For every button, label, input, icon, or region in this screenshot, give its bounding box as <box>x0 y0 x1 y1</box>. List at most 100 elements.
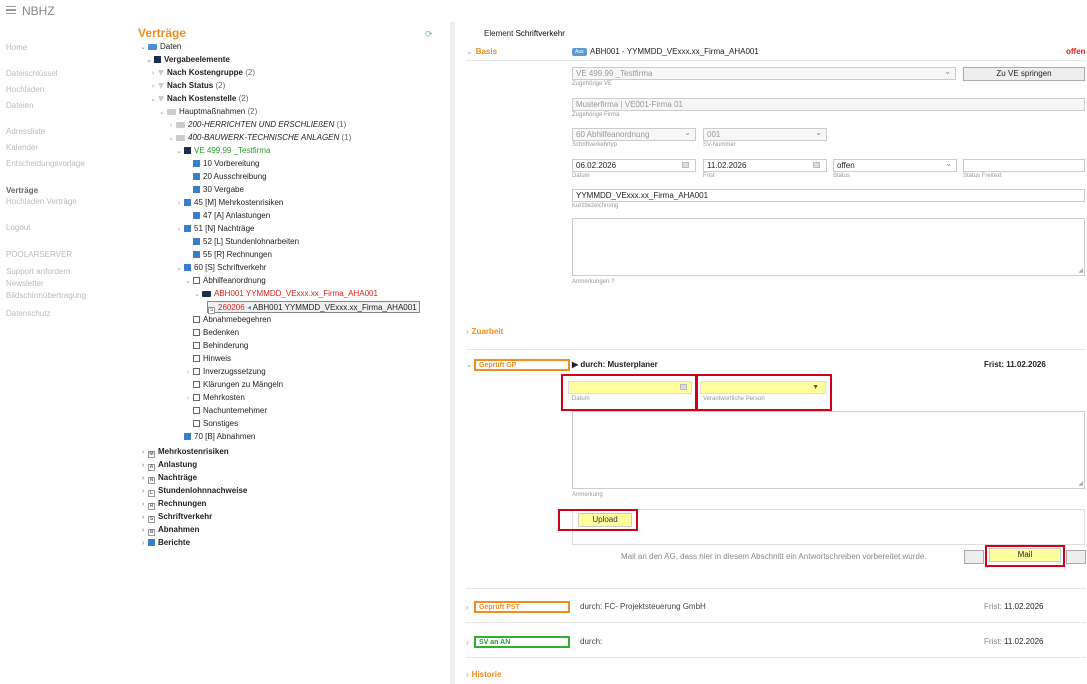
deadline-input[interactable]: 11.02.2026 <box>703 159 827 172</box>
tree-node-klaerungen[interactable]: Klärungen zu Mängeln <box>183 379 283 391</box>
nav-datenschutz[interactable]: Datenschutz <box>6 309 50 318</box>
tree-node-30[interactable]: 30 Vergabe <box>183 184 244 196</box>
sv-number-select[interactable]: 001 <box>703 127 827 141</box>
nav-home[interactable]: Home <box>6 43 27 52</box>
jump-to-ve-button[interactable]: Zu VE springen <box>963 67 1085 81</box>
tree-node-kostengruppe[interactable]: › Nach Kostengruppe (2) <box>148 67 255 79</box>
tree-node-inverzugssetzung[interactable]: › Inverzugssetzung <box>183 366 266 378</box>
tree-node-behinderung[interactable]: Behinderung <box>183 340 248 352</box>
tree-node-bedenken[interactable]: Bedenken <box>183 327 239 339</box>
nav-poolarserver: POOLARSERVER <box>6 250 73 259</box>
tree-node-abnahmen[interactable]: › B Abnahmen <box>138 524 199 536</box>
tree-node-mehrkosten[interactable]: › Mehrkosten <box>183 392 245 404</box>
calendar-icon[interactable] <box>680 384 687 390</box>
section-basis-header[interactable]: ⌄ Basis <box>466 47 497 56</box>
tree-node-200[interactable]: › 200-HERRICHTEN UND ERSCHLIEßEN (1) <box>166 119 346 131</box>
status-badge: Aus <box>572 48 587 56</box>
tree-node-52[interactable]: 52 [L] Stundenlohnarbeiten <box>183 236 299 248</box>
hamburger-menu-icon[interactable] <box>6 6 16 14</box>
mail-checkbox-right[interactable] <box>1066 550 1086 564</box>
tree-node-abhilfeanordnung[interactable]: ⌄ Abhilfeanordnung <box>183 275 266 287</box>
notes-textarea[interactable]: ◢ <box>572 218 1085 276</box>
tree-node-nachunternehmer[interactable]: Nachunternehmer <box>183 405 267 417</box>
tree-node-ve[interactable]: ⌄ VE 499.99 _Testfirma <box>174 145 270 157</box>
checkbox-icon <box>193 394 200 401</box>
tree-node-hinweis[interactable]: Hinweis <box>183 353 231 365</box>
tree-node-daten[interactable]: ⌄ Daten <box>138 41 181 53</box>
status-freetext-input[interactable] <box>963 159 1085 172</box>
chevron-right-icon[interactable]: › <box>466 603 469 612</box>
chevron-right-icon[interactable]: › <box>466 638 469 647</box>
tree-node-400[interactable]: ⌄ 400-BAUWERK-TECHNISCHE ANLAGEN (1) <box>166 132 351 144</box>
m-icon: M <box>148 451 155 458</box>
tree-node-20[interactable]: 20 Ausschreibung <box>183 171 267 183</box>
nav-hochladen-vertraege[interactable]: Hochladen Verträge <box>6 197 77 206</box>
tree-node-rechnungen[interactable]: › R Rechnungen <box>138 498 206 510</box>
calendar-icon[interactable] <box>813 162 820 168</box>
tree-node-60[interactable]: ⌄ 60 [S] Schriftverkehr <box>174 262 266 274</box>
section-zuarbeit-header[interactable]: › Zuarbeit <box>466 327 503 336</box>
nav-vertraege[interactable]: Verträge <box>6 186 38 195</box>
type-select[interactable]: 60 Abhilfeanordnung <box>572 127 696 141</box>
tree-node-abnahmebegehren[interactable]: Abnahmebegehren <box>183 314 271 326</box>
top-bar: NBHZ <box>0 0 1087 22</box>
nav-support[interactable]: Support anfordern <box>6 267 71 276</box>
nav-newsletter[interactable]: Newsletter <box>6 279 44 288</box>
nav-dateien[interactable]: Dateien <box>6 101 34 110</box>
tree-node-55[interactable]: 55 [R] Rechnungen <box>183 249 272 261</box>
tree-node-51[interactable]: › 51 [N] Nachträge <box>174 223 255 235</box>
tree-node-abh001[interactable]: ⌄ ABH001 YYMMDD_VExxx.xx_Firma_AHA001 <box>192 288 378 300</box>
geprueft-gp-tag[interactable]: Geprüft GP <box>474 359 570 371</box>
resize-grip-icon: ◢ <box>1078 268 1083 274</box>
nav-entscheidungsvorlage[interactable]: Entscheidungsvorlage <box>6 159 85 168</box>
nav-dateischluessel[interactable]: Dateischlüssel <box>6 69 58 78</box>
tree-node-mehrkostenrisiken[interactable]: › M Mehrkostenrisiken <box>138 446 229 458</box>
tree-node-10[interactable]: 10 Vorbereitung <box>183 158 260 170</box>
tree-node-70[interactable]: 70 [B] Abnahmen <box>174 431 255 443</box>
sv-an-an-tag[interactable]: SV an AN <box>474 636 570 648</box>
nav-hochladen[interactable]: Hochladen <box>6 85 44 94</box>
tree-node-nachtraege[interactable]: › N Nachträge <box>138 472 197 484</box>
square-icon <box>184 264 191 271</box>
date-label: Datum <box>572 173 590 179</box>
date-input[interactable]: 06.02.2026 <box>572 159 696 172</box>
tree-node-vergabeelemente[interactable]: ⌄ Vergabeelemente <box>144 54 230 66</box>
firm-field[interactable]: Musterfirma | VE001-Firma 01 <box>572 98 1085 111</box>
tree-node-sonstiges[interactable]: Sonstiges <box>183 418 238 430</box>
tree-node-47[interactable]: 47 [A] Anlastungen <box>183 210 270 222</box>
tree-node-anlastung[interactable]: › A Anlastung <box>138 459 197 471</box>
upload-button[interactable]: Upload <box>578 513 632 527</box>
chevron-down-icon[interactable]: ⌄ <box>466 360 473 369</box>
tree-node-stundenlohnnachweise[interactable]: › L Stundenlohnnachweise <box>138 485 247 497</box>
tree-node-kostenstelle[interactable]: ⌄ Nach Kostenstelle (2) <box>148 93 248 105</box>
nav-adressliste[interactable]: Adressliste <box>6 127 45 136</box>
checkbox-icon <box>193 407 200 414</box>
ve-select[interactable]: VE 499.99 _Testfirma <box>572 66 956 80</box>
folder-icon <box>176 122 185 128</box>
tree-node-berichte[interactable]: › Berichte <box>138 537 190 549</box>
short-description-input[interactable]: YYMMDD_VExxx.xx_Firma_AHA001 <box>572 189 1085 202</box>
panel-divider[interactable] <box>450 22 455 684</box>
tree-node-hauptmassnahmen[interactable]: ⌄ Hauptmaßnahmen (2) <box>157 106 257 118</box>
upload-area[interactable] <box>572 509 1085 545</box>
mail-checkbox[interactable] <box>964 550 984 564</box>
status-select[interactable]: offen <box>833 158 957 172</box>
tree-node-selected-document[interactable]: S 260206 ◂ ABH001 YYMMDD_VExxx.xx_Firma_A… <box>207 301 420 314</box>
gp-note-textarea[interactable]: ◢ <box>572 411 1085 489</box>
geprueft-pst-tag[interactable]: Geprüft PST <box>474 601 570 613</box>
refresh-icon[interactable]: ⟳ <box>425 29 433 40</box>
gp-person-select[interactable]: ▼ <box>700 381 826 394</box>
folder-icon <box>148 44 157 50</box>
gp-date-input[interactable] <box>568 381 692 394</box>
tree-node-schriftverkehr[interactable]: › S Schriftverkehr <box>138 511 212 523</box>
section-historie-header[interactable]: › Historie <box>466 670 501 679</box>
tree-node-status[interactable]: › Nach Status (2) <box>148 80 225 92</box>
geprueft-gp-deadline: Frist: 11.02.2026 <box>984 360 1046 369</box>
mail-button[interactable]: Mail <box>989 548 1061 562</box>
tree-node-45[interactable]: › 45 [M] Mehrkostenrisiken <box>174 197 284 209</box>
divider <box>466 349 1086 350</box>
calendar-icon[interactable] <box>682 162 689 168</box>
nav-kalender[interactable]: Kalender <box>6 143 38 152</box>
nav-bildschirmuebertragung[interactable]: Bildschirmübertragung <box>6 291 86 300</box>
nav-logout[interactable]: Logout <box>6 223 30 232</box>
